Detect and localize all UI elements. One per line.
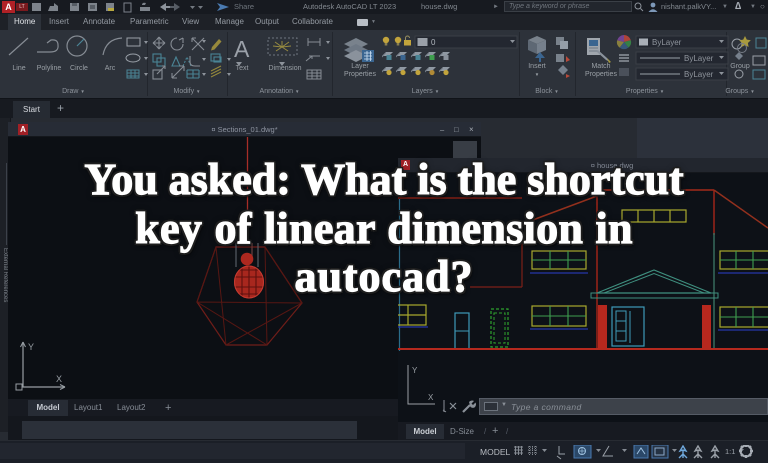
svg-text:ByLayer: ByLayer: [652, 38, 682, 47]
svg-text:0: 0: [431, 38, 436, 47]
svg-text:1:1: 1:1: [725, 447, 735, 456]
svg-text:Y: Y: [412, 366, 418, 375]
svg-text:ByLayer: ByLayer: [684, 70, 714, 79]
svg-text:X: X: [56, 374, 62, 384]
svg-text:A: A: [234, 36, 250, 62]
svg-text:X: X: [428, 393, 434, 402]
svg-text:ByLayer: ByLayer: [684, 54, 714, 63]
svg-text:Y: Y: [28, 342, 34, 352]
